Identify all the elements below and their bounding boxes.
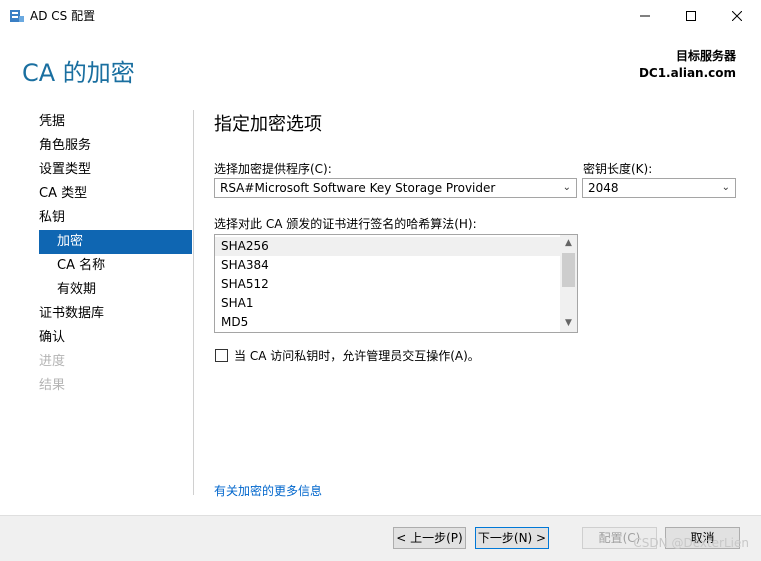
- nav-item-results: 结果: [39, 378, 66, 393]
- provider-select[interactable]: RSA#Microsoft Software Key Storage Provi…: [214, 178, 577, 198]
- server-manager-icon: [9, 8, 25, 24]
- page-title: CA 的加密: [22, 59, 135, 87]
- minimize-button[interactable]: [622, 0, 668, 31]
- nav-item-private-key[interactable]: 私钥: [39, 206, 65, 230]
- nav-item-ca-type[interactable]: CA 类型: [39, 182, 87, 206]
- window-title: AD CS 配置: [30, 9, 96, 23]
- target-server-name: DC1.alian.com: [638, 66, 736, 80]
- list-scrollbar[interactable]: ▲ ▼: [560, 235, 577, 332]
- scroll-down-icon[interactable]: ▼: [560, 315, 577, 332]
- previous-button[interactable]: < 上一步(P): [393, 527, 466, 549]
- nav-item-setup-type[interactable]: 设置类型: [39, 158, 91, 182]
- maximize-icon: [686, 10, 696, 21]
- watermark: CSDN @DexterLien: [633, 536, 749, 550]
- admin-interaction-checkbox[interactable]: [215, 349, 228, 362]
- hash-algorithm-list[interactable]: SHA256 SHA384 SHA512 SHA1 MD5 ▲ ▼: [214, 234, 578, 333]
- section-title: 指定加密选项: [214, 114, 322, 135]
- provider-label: 选择加密提供程序(C):: [214, 162, 332, 176]
- key-length-select[interactable]: 2048 ⌄: [582, 178, 736, 198]
- nav-item-ca-name[interactable]: CA 名称: [57, 254, 105, 278]
- target-server-label: 目标服务器: [675, 49, 736, 63]
- nav-item-role-services[interactable]: 角色服务: [39, 134, 91, 158]
- scroll-thumb[interactable]: [562, 253, 575, 287]
- close-button[interactable]: [714, 0, 760, 31]
- list-item[interactable]: MD5: [221, 313, 248, 332]
- nav-item-confirmation[interactable]: 确认: [39, 326, 65, 350]
- list-item[interactable]: SHA1: [221, 294, 253, 313]
- nav-item-progress: 进度: [39, 354, 66, 369]
- nav-divider: [193, 110, 194, 495]
- nav-item-credentials[interactable]: 凭据: [39, 110, 65, 134]
- maximize-button[interactable]: [668, 0, 714, 31]
- key-length-value: 2048: [588, 181, 619, 195]
- list-item[interactable]: SHA384: [221, 256, 269, 275]
- key-length-label: 密钥长度(K):: [583, 162, 653, 176]
- nav-item-certificate-database[interactable]: 证书数据库: [39, 302, 104, 326]
- chevron-down-icon: ⌄: [562, 182, 571, 193]
- hash-algorithm-label: 选择对此 CA 颁发的证书进行签名的哈希算法(H):: [214, 217, 477, 231]
- list-item[interactable]: SHA256: [215, 237, 560, 256]
- scroll-up-icon[interactable]: ▲: [560, 235, 577, 252]
- minimize-icon: [640, 15, 650, 16]
- close-icon: [732, 10, 742, 21]
- next-button[interactable]: 下一步(N) >: [475, 527, 549, 549]
- nav-item-validity-period[interactable]: 有效期: [57, 278, 96, 302]
- provider-value: RSA#Microsoft Software Key Storage Provi…: [220, 181, 496, 195]
- chevron-down-icon: ⌄: [721, 182, 730, 193]
- more-info-link[interactable]: 有关加密的更多信息: [214, 482, 322, 499]
- admin-interaction-label[interactable]: 当 CA 访问私钥时，允许管理员交互操作(A)。: [234, 347, 480, 364]
- list-item[interactable]: SHA512: [221, 275, 269, 294]
- nav-item-cryptography[interactable]: 加密: [39, 230, 192, 254]
